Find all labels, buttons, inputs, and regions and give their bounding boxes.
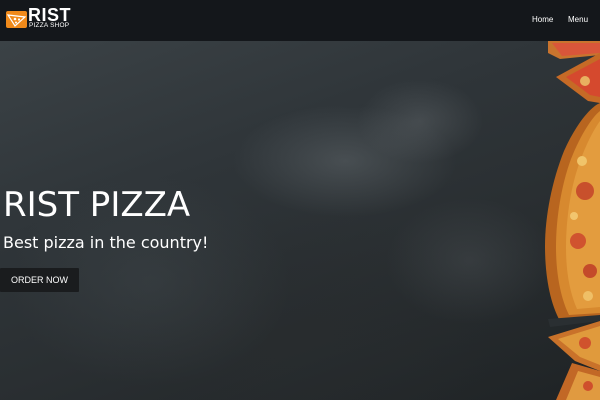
nav-link-home[interactable]: Home xyxy=(532,14,553,25)
brand-subtitle: PIZZA SHOP xyxy=(29,22,70,29)
top-navbar: RIST PIZZA SHOP Home Menu xyxy=(0,0,600,41)
nav-link-menu[interactable]: Menu xyxy=(568,14,588,25)
pizza-slice-icon xyxy=(6,11,27,28)
hero-title: RIST PIZZA xyxy=(3,185,191,225)
order-now-button[interactable]: ORDER NOW xyxy=(0,268,79,292)
hero-section: RIST PIZZA Best pizza in the country! OR… xyxy=(0,41,600,400)
hero-subtitle: Best pizza in the country! xyxy=(3,233,209,252)
